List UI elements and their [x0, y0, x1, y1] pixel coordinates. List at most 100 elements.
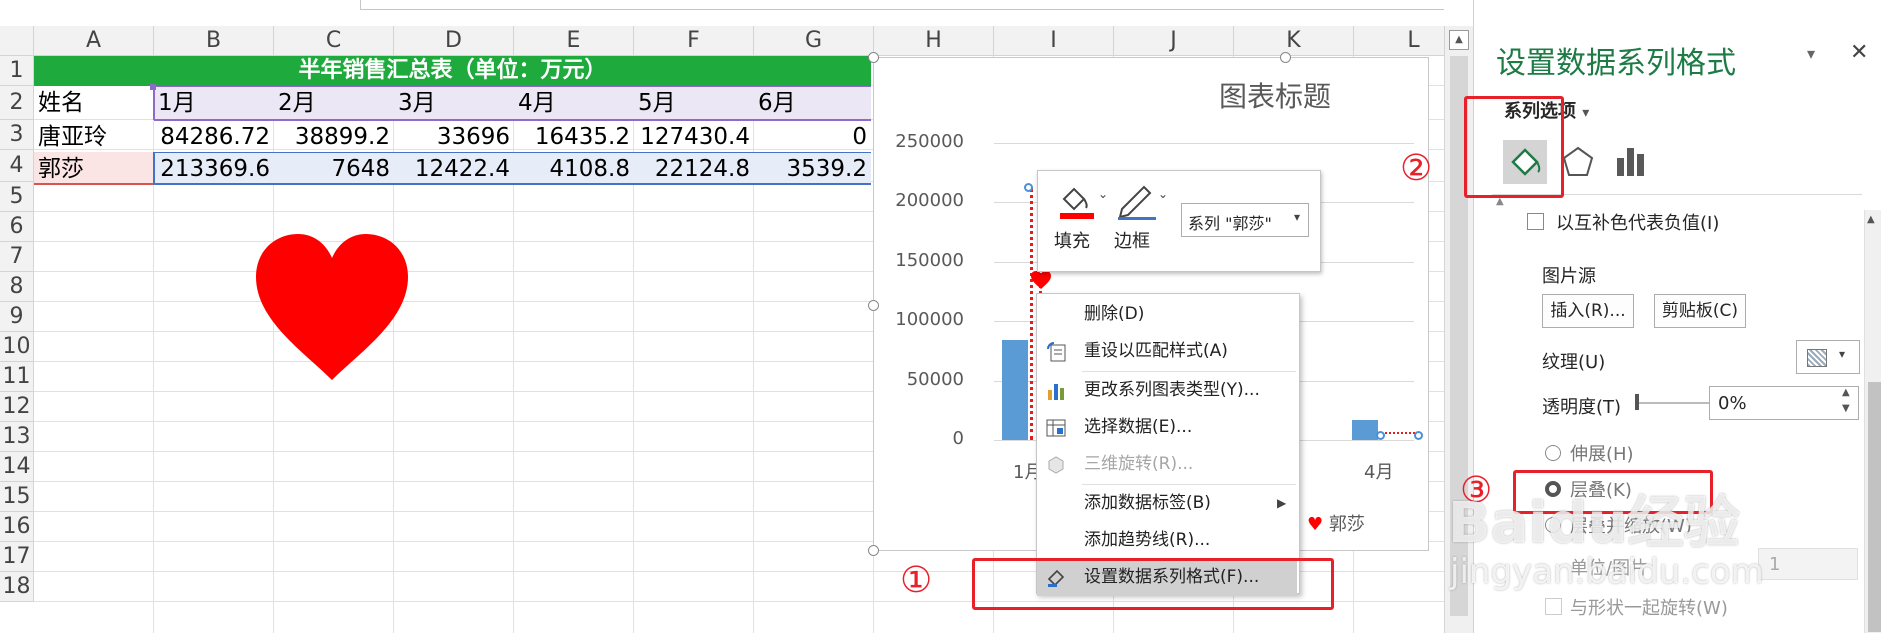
row-header-2[interactable]: 2	[0, 86, 34, 120]
row-header-10[interactable]: 10	[0, 332, 34, 362]
column-header-d[interactable]: D	[394, 26, 514, 56]
spin-down-icon[interactable]: ▼	[1842, 403, 1850, 414]
menu-item-change-type[interactable]: 更改系列图表类型(Y)...	[1037, 372, 1297, 409]
fill-dropdown-icon[interactable]: ⌄	[1098, 187, 1108, 201]
row-header-3[interactable]: 3	[0, 120, 34, 150]
point-handle[interactable]	[1376, 431, 1385, 440]
transparency-input[interactable]: 0% ▲ ▼	[1709, 386, 1859, 420]
menu-item-reset-style[interactable]: 重设以匹配样式(A)	[1037, 333, 1297, 370]
close-icon[interactable]: ✕	[1850, 40, 1868, 65]
transparency-slider-thumb[interactable]	[1635, 394, 1639, 410]
insert-button[interactable]: 插入(R)...	[1542, 294, 1634, 328]
sheet-title-cell[interactable]: 半年销售汇总表（单位：万元）	[34, 56, 871, 86]
pane-scroll-thumb[interactable]	[1868, 382, 1881, 632]
cell-b3[interactable]: 84286.72	[154, 122, 274, 152]
row-header-9[interactable]: 9	[0, 302, 34, 332]
column-header-a[interactable]: A	[34, 26, 154, 56]
column-header-k[interactable]: K	[1234, 26, 1354, 56]
border-dropdown-icon[interactable]: ⌄	[1158, 187, 1168, 201]
cell-b4[interactable]: 213369.6	[154, 154, 274, 184]
pane-scrollbar[interactable]: ▲	[1864, 210, 1881, 633]
menu-item-add-data-labels[interactable]: 添加数据标签(B) ▶	[1037, 485, 1297, 522]
row-header-15[interactable]: 15	[0, 482, 34, 512]
menu-item-delete[interactable]: 删除(D)	[1037, 296, 1297, 333]
units-picture-input[interactable]: 1	[1758, 548, 1858, 580]
series-selection-handle[interactable]	[1024, 183, 1033, 192]
pane-options-dropdown-icon[interactable]: ▾	[1807, 44, 1815, 63]
scroll-up-icon[interactable]: ▲	[1449, 30, 1469, 50]
clipboard-button[interactable]: 剪贴板(C)	[1654, 294, 1746, 328]
column-header-f[interactable]: F	[634, 26, 754, 56]
chart-type-icon	[1048, 384, 1064, 400]
chart-title[interactable]: 图表标题	[1219, 75, 1331, 115]
resize-handle-tl[interactable]	[868, 52, 879, 63]
range-handle[interactable]	[150, 84, 156, 90]
cell-e3[interactable]: 16435.2	[514, 122, 634, 152]
cell-g4[interactable]: 3539.2	[754, 154, 871, 184]
cell-g2[interactable]: 6月	[758, 88, 871, 118]
cell-f4[interactable]: 22124.8	[634, 154, 754, 184]
row-header-7[interactable]: 7	[0, 242, 34, 272]
border-button[interactable]	[1114, 181, 1158, 225]
fill-button[interactable]	[1054, 181, 1098, 225]
cell-e4[interactable]: 4108.8	[514, 154, 634, 184]
cell-f2[interactable]: 5月	[638, 88, 754, 118]
menu-item-label: 添加数据标签(B)	[1084, 493, 1211, 513]
column-header-b[interactable]: B	[154, 26, 274, 56]
column-header-g[interactable]: G	[754, 26, 874, 56]
texture-picker[interactable]: ▾	[1796, 340, 1860, 374]
row-header-16[interactable]: 16	[0, 512, 34, 542]
menu-item-add-trendline[interactable]: 添加趋势线(R)...	[1037, 522, 1297, 559]
point-handle[interactable]	[1414, 431, 1423, 440]
select-all-corner[interactable]	[0, 26, 34, 56]
cell-c2[interactable]: 2月	[278, 88, 394, 118]
resize-handle-ml[interactable]	[868, 300, 879, 311]
invert-negative-checkbox[interactable]	[1527, 213, 1544, 230]
row-header-5[interactable]: 5	[0, 182, 34, 212]
cell-d2[interactable]: 3月	[398, 88, 514, 118]
cell-e2[interactable]: 4月	[518, 88, 634, 118]
cell-g3[interactable]: 0	[754, 122, 871, 152]
row-header-14[interactable]: 14	[0, 452, 34, 482]
menu-item-select-data[interactable]: 选择数据(E)...	[1037, 409, 1297, 446]
column-header-h[interactable]: H	[874, 26, 994, 56]
bar-4月[interactable]	[1352, 420, 1378, 440]
row-header-6[interactable]: 6	[0, 212, 34, 242]
column-header-i[interactable]: I	[994, 26, 1114, 56]
row-header-11[interactable]: 11	[0, 362, 34, 392]
cell-a3[interactable]: 唐亚玲	[38, 122, 150, 152]
resize-handle-tm[interactable]	[1280, 52, 1291, 63]
row-header-1[interactable]: 1	[0, 56, 34, 86]
rotate-with-shape-checkbox[interactable]	[1545, 598, 1562, 615]
stretch-radio[interactable]	[1545, 445, 1561, 461]
column-header-e[interactable]: E	[514, 26, 634, 56]
cell-b2[interactable]: 1月	[158, 88, 274, 118]
row-header-17[interactable]: 17	[0, 542, 34, 572]
row-header-4[interactable]: 4	[0, 150, 34, 182]
cell-c4[interactable]: 7648	[274, 154, 394, 184]
cell-c3[interactable]: 38899.2	[274, 122, 394, 152]
row-header-18[interactable]: 18	[0, 572, 34, 602]
column-header-j[interactable]: J	[1114, 26, 1234, 56]
row-header-8[interactable]: 8	[0, 272, 34, 302]
spin-up-icon[interactable]: ▲	[1842, 387, 1850, 398]
cell-a4[interactable]: 郭莎	[38, 154, 150, 184]
column-header-c[interactable]: C	[274, 26, 394, 56]
series-select[interactable]: 系列 "郭莎" ▾	[1181, 203, 1309, 237]
row-header-12[interactable]: 12	[0, 392, 34, 422]
formula-input[interactable]	[360, 0, 1444, 10]
tab-series-options[interactable]	[1609, 140, 1653, 184]
cell-d4[interactable]: 12422.4	[394, 154, 514, 184]
heart-shape[interactable]	[254, 232, 410, 382]
annotation-box-1	[972, 558, 1334, 610]
bar-1月[interactable]	[1002, 339, 1028, 440]
chart-legend[interactable]: ♥ 郭莎	[1307, 510, 1365, 536]
cell-a2[interactable]: 姓名	[38, 88, 150, 118]
resize-handle-bl[interactable]	[868, 545, 879, 556]
column-header-l[interactable]: L	[1354, 26, 1444, 56]
cell-f3[interactable]: 127430.4	[634, 122, 754, 152]
cell-d3[interactable]: 33696	[394, 122, 514, 152]
pane-scroll-up-icon[interactable]: ▲	[1867, 214, 1875, 225]
transparency-slider-track[interactable]	[1636, 402, 1716, 404]
row-header-13[interactable]: 13	[0, 422, 34, 452]
